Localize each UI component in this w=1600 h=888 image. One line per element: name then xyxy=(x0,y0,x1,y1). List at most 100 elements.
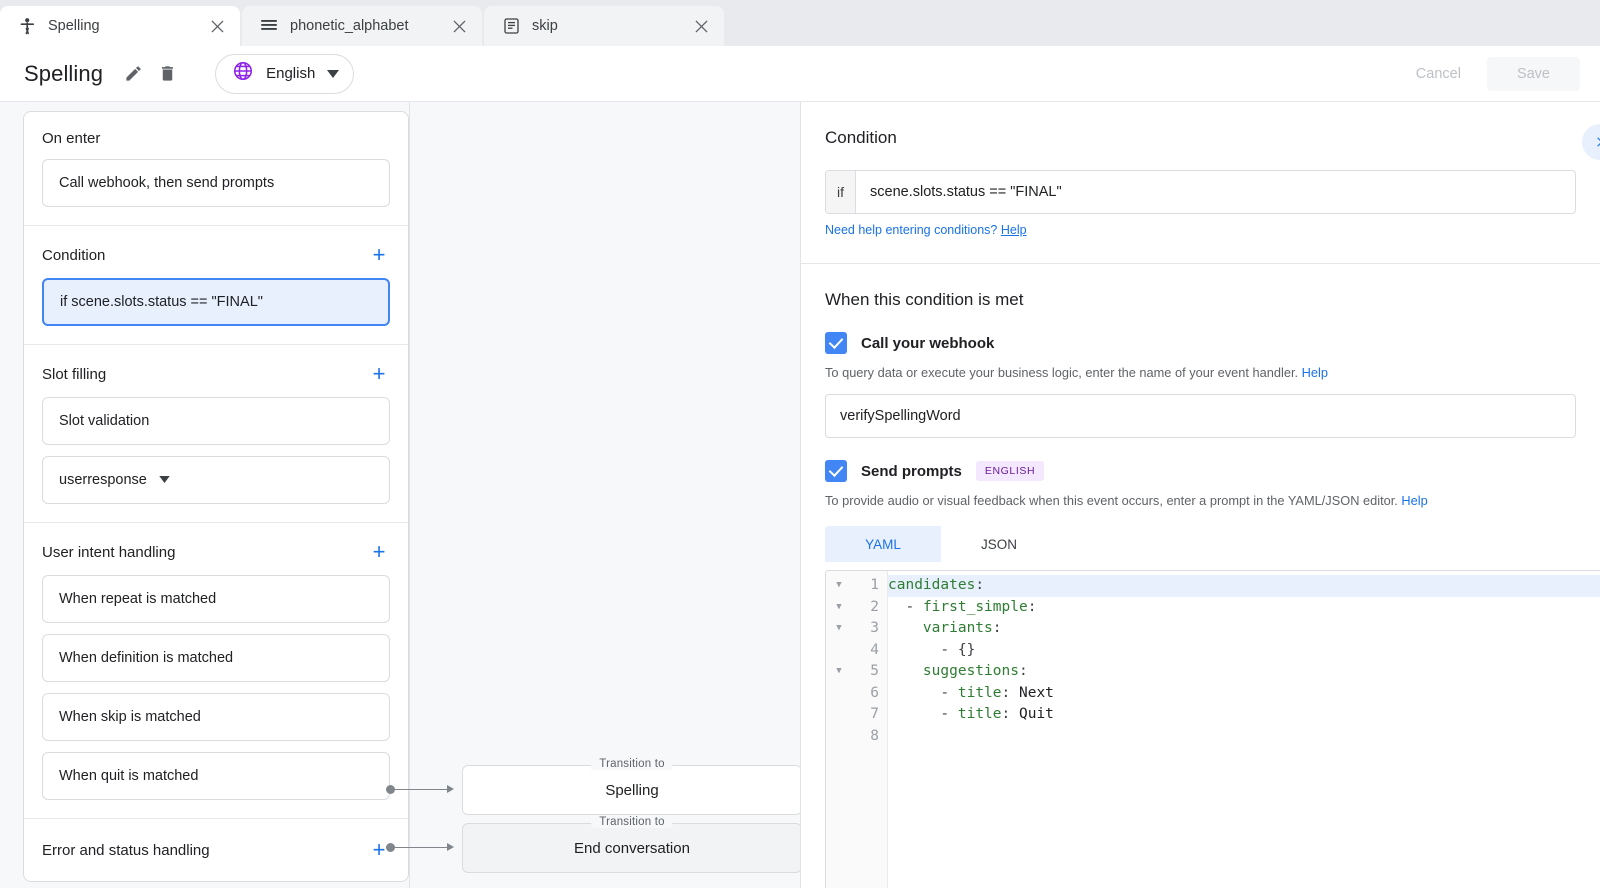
scene-section-4: Error and status handling+ xyxy=(24,819,408,881)
connector-arrow-quit xyxy=(447,843,454,851)
scene-section-header: User intent handling+ xyxy=(42,541,390,563)
browser-tab-1[interactable]: phonetic_alphabet xyxy=(242,6,482,46)
transition-node-spelling[interactable]: Transition to Spelling xyxy=(462,765,800,815)
editor-code-line[interactable]: - first_simple: xyxy=(888,597,1600,619)
transition-legend: Transition to xyxy=(591,758,672,770)
send-prompts-row[interactable]: Send prompts ENGLISH xyxy=(825,460,1576,482)
send-prompts-hint: To provide audio or visual feedback when… xyxy=(825,493,1576,508)
event-handler-input[interactable]: verifySpellingWord xyxy=(825,394,1576,438)
fold-toggle-icon[interactable]: ▼ xyxy=(826,575,852,597)
condition-expression-input[interactable]: scene.slots.status == "FINAL" xyxy=(856,171,1575,213)
editor-format-tabs: YAMLJSON xyxy=(825,526,1576,562)
cancel-button[interactable]: Cancel xyxy=(1400,57,1477,91)
call-webhook-row[interactable]: Call your webhook xyxy=(825,332,1576,354)
editor-code-line[interactable] xyxy=(888,726,1600,748)
browser-tab-label: Spelling xyxy=(48,18,206,34)
editor-line-number: 5 xyxy=(852,661,879,683)
scene-section-title: Condition xyxy=(42,247,105,264)
condition-help-line: Need help entering conditions? Help xyxy=(825,223,1576,237)
page-title: Spelling xyxy=(24,61,103,87)
when-condition-met-section: When this condition is met Call your web… xyxy=(801,264,1600,888)
language-badge: ENGLISH xyxy=(976,461,1044,481)
chevron-down-icon[interactable] xyxy=(159,475,170,486)
close-icon[interactable] xyxy=(206,15,228,37)
editor-tab-json[interactable]: JSON xyxy=(941,526,1057,562)
scene-editor-canvas: On enter Call webhook, then send prompts C… xyxy=(0,102,800,888)
editor-code-line[interactable]: suggestions: xyxy=(888,661,1600,683)
editor-code-line[interactable]: variants: xyxy=(888,618,1600,640)
scene-section-row-label: When repeat is matched xyxy=(59,591,216,607)
editor-line-number: 8 xyxy=(852,726,879,748)
pencil-icon[interactable] xyxy=(119,60,147,88)
language-value: English xyxy=(266,65,315,82)
editor-code-line[interactable]: - title: Quit xyxy=(888,704,1600,726)
browser-tab-0[interactable]: Spelling xyxy=(0,6,240,46)
scene-section-row-label: When definition is matched xyxy=(59,650,233,666)
fold-toggle-icon[interactable]: ▼ xyxy=(826,597,852,619)
editor-tab-yaml[interactable]: YAML xyxy=(825,526,941,562)
condition-help-link[interactable]: Help xyxy=(1001,223,1027,237)
close-icon[interactable] xyxy=(690,15,712,37)
prompt-code-editor[interactable]: ▼▼▼▼ 12345678 candidates: - first_simple… xyxy=(825,570,1600,888)
scene-section-row[interactable]: userresponse xyxy=(42,456,390,504)
scene-section-row[interactable]: Slot validation xyxy=(42,397,390,445)
scene-section-row[interactable]: if scene.slots.status == "FINAL" xyxy=(42,278,390,326)
condition-input-group[interactable]: if scene.slots.status == "FINAL" xyxy=(825,170,1576,214)
add-icon[interactable]: + xyxy=(368,363,390,385)
close-icon[interactable] xyxy=(448,15,470,37)
add-icon[interactable]: + xyxy=(368,244,390,266)
scene-section-1: Condition + if scene.slots.status == "FINA… xyxy=(24,226,408,345)
trash-icon[interactable] xyxy=(153,60,181,88)
browser-tab-2[interactable]: skip xyxy=(484,6,724,46)
scene-section-row-label: When quit is matched xyxy=(59,768,198,784)
transition-legend: Transition to xyxy=(591,816,672,828)
connector-line-quit xyxy=(391,847,447,848)
editor-code-line[interactable]: - {} xyxy=(888,640,1600,662)
call-webhook-hint: To query data or execute your business l… xyxy=(825,365,1576,380)
editor-line-number: 1 xyxy=(852,575,879,597)
transition-node-end-conversation[interactable]: Transition to End conversation xyxy=(462,823,800,873)
scene-section-row[interactable]: Call webhook, then send prompts xyxy=(42,159,390,207)
fold-toggle-icon[interactable]: ▼ xyxy=(826,618,852,640)
call-webhook-checkbox[interactable] xyxy=(825,332,847,354)
scene-section-row-label: userresponse xyxy=(59,472,147,488)
send-prompts-help-link[interactable]: Help xyxy=(1401,493,1427,508)
editor-line-number: 7 xyxy=(852,704,879,726)
transition-target-label: Spelling xyxy=(605,782,658,799)
browser-tab-strip: Spelling phonetic_alphabet skip xyxy=(0,0,1600,46)
scene-section-header: Error and status handling+ xyxy=(24,819,408,881)
language-selector[interactable]: English xyxy=(215,54,354,94)
editor-code-line[interactable]: candidates: xyxy=(888,575,1600,597)
canvas-divider xyxy=(409,102,410,888)
scene-section-row[interactable]: When quit is matched xyxy=(42,752,390,800)
editor-code-line[interactable]: - title: Next xyxy=(888,683,1600,705)
scene-section-row[interactable]: When skip is matched xyxy=(42,693,390,741)
scene-icon xyxy=(18,17,36,35)
scene-section-row-label: Slot validation xyxy=(59,413,149,429)
browser-tab-label: skip xyxy=(532,18,690,34)
editor-fold-gutter[interactable]: ▼▼▼▼ xyxy=(826,571,852,888)
editor-line-number: 3 xyxy=(852,618,879,640)
send-prompts-hint-text: To provide audio or visual feedback when… xyxy=(825,493,1398,508)
add-icon[interactable]: + xyxy=(368,541,390,563)
intent-icon xyxy=(502,17,520,35)
editor-line-numbers: 12345678 xyxy=(852,571,888,888)
fold-toggle-icon[interactable]: ▼ xyxy=(826,661,852,683)
editor-code-area[interactable]: candidates: - first_simple: variants: - … xyxy=(888,571,1600,888)
call-webhook-help-link[interactable]: Help xyxy=(1302,365,1328,380)
call-webhook-label: Call your webhook xyxy=(861,335,994,352)
editor-line-number: 2 xyxy=(852,597,879,619)
scene-section-title: Error and status handling xyxy=(42,842,210,859)
scene-section-row[interactable]: When repeat is matched xyxy=(42,575,390,623)
chevron-down-icon xyxy=(327,65,339,83)
condition-section-title: Condition xyxy=(825,102,1576,148)
fold-spacer xyxy=(826,683,852,705)
connector-line-skip xyxy=(391,789,447,790)
scene-section-title: On enter xyxy=(42,130,100,147)
scene-section-row[interactable]: When definition is matched xyxy=(42,634,390,682)
globe-icon xyxy=(232,60,254,87)
browser-tab-label: phonetic_alphabet xyxy=(290,18,448,34)
send-prompts-checkbox[interactable] xyxy=(825,460,847,482)
save-button[interactable]: Save xyxy=(1487,57,1580,91)
scene-section-0: On enter Call webhook, then send prompts xyxy=(24,112,408,226)
